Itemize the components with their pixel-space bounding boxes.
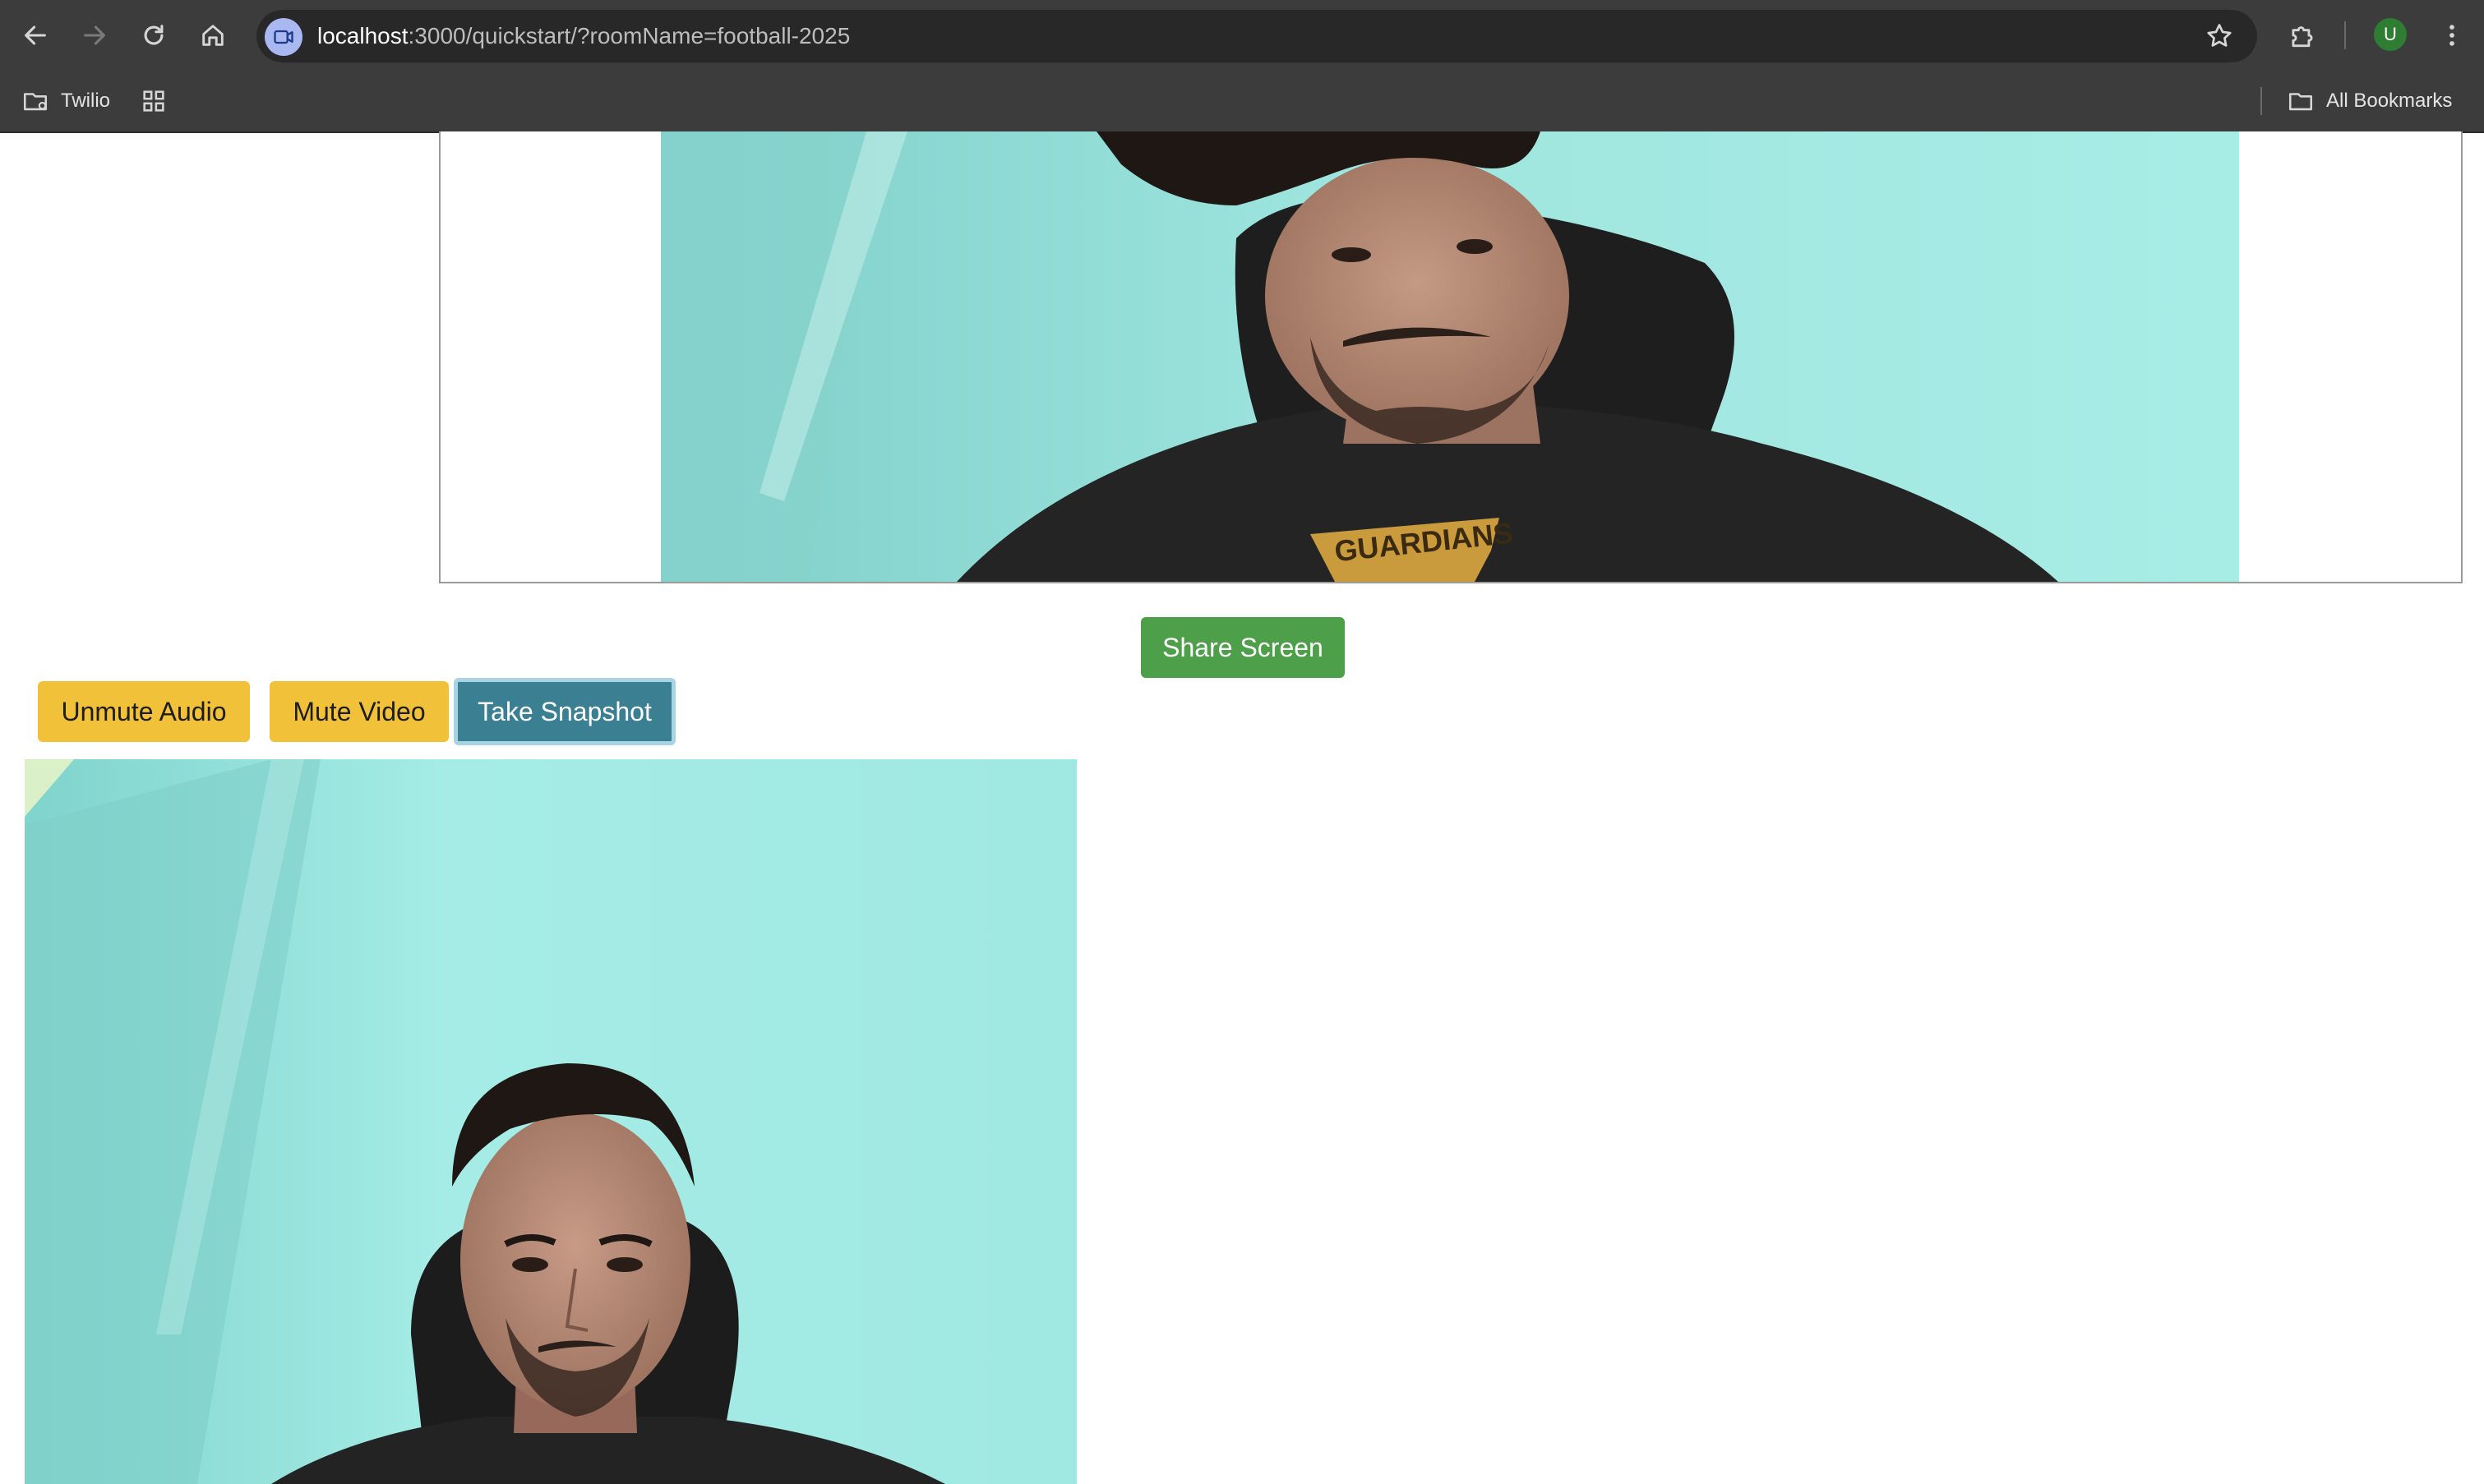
remote-media-container: GUARDIANS	[439, 131, 2463, 583]
forward-button[interactable]	[71, 12, 118, 59]
local-participant-video	[25, 759, 1077, 1484]
apps-grid-icon	[143, 90, 164, 112]
take-snapshot-button[interactable]: Take Snapshot	[454, 678, 676, 745]
remote-video-frame: GUARDIANS	[661, 131, 2239, 582]
bookmark-star-icon[interactable]	[2205, 21, 2234, 51]
url-host: localhost	[317, 23, 409, 48]
all-bookmarks-button[interactable]: All Bookmarks	[2287, 71, 2452, 131]
url-text: localhost:3000/quickstart/?roomName=foot…	[317, 10, 850, 62]
unmute-audio-button[interactable]: Unmute Audio	[38, 681, 250, 742]
back-button[interactable]	[12, 12, 59, 59]
site-info-button[interactable]	[265, 18, 302, 56]
local-video-frame	[25, 759, 1077, 1484]
remote-participant-video: GUARDIANS	[661, 131, 2239, 582]
profile-avatar[interactable]: U	[2374, 18, 2407, 51]
bookmark-label: Twilio	[61, 90, 111, 112]
bookmarks-divider	[2260, 87, 2262, 115]
kebab-menu-icon	[2449, 25, 2454, 46]
bookmark-twilio[interactable]: Twilio	[21, 71, 110, 131]
bookmark-folder-icon	[23, 93, 48, 111]
extensions-button[interactable]	[2283, 16, 2321, 54]
home-button[interactable]	[189, 12, 237, 59]
reload-button[interactable]	[130, 12, 178, 59]
address-bar[interactable]: localhost:3000/quickstart/?roomName=foot…	[256, 10, 2257, 62]
apps-button[interactable]	[140, 71, 179, 131]
share-screen-button[interactable]: Share Screen	[1141, 617, 1345, 678]
video-camera-icon	[274, 30, 293, 44]
url-path: :3000/quickstart/?roomName=football-2025	[408, 23, 851, 48]
back-arrow-icon	[25, 25, 46, 45]
folder-icon	[2288, 93, 2313, 111]
home-icon	[202, 25, 224, 46]
puzzle-icon	[2292, 26, 2313, 48]
browser-menu-button[interactable]	[2433, 16, 2471, 54]
all-bookmarks-label: All Bookmarks	[2326, 90, 2453, 112]
reload-icon	[144, 25, 164, 45]
browser-toolbar: localhost:3000/quickstart/?roomName=foot…	[0, 0, 2484, 71]
forward-arrow-icon	[84, 25, 105, 45]
mute-video-button[interactable]: Mute Video	[270, 681, 449, 742]
toolbar-divider	[2344, 21, 2346, 49]
bookmarks-bar: Twilio All Bookmarks	[0, 71, 2484, 133]
